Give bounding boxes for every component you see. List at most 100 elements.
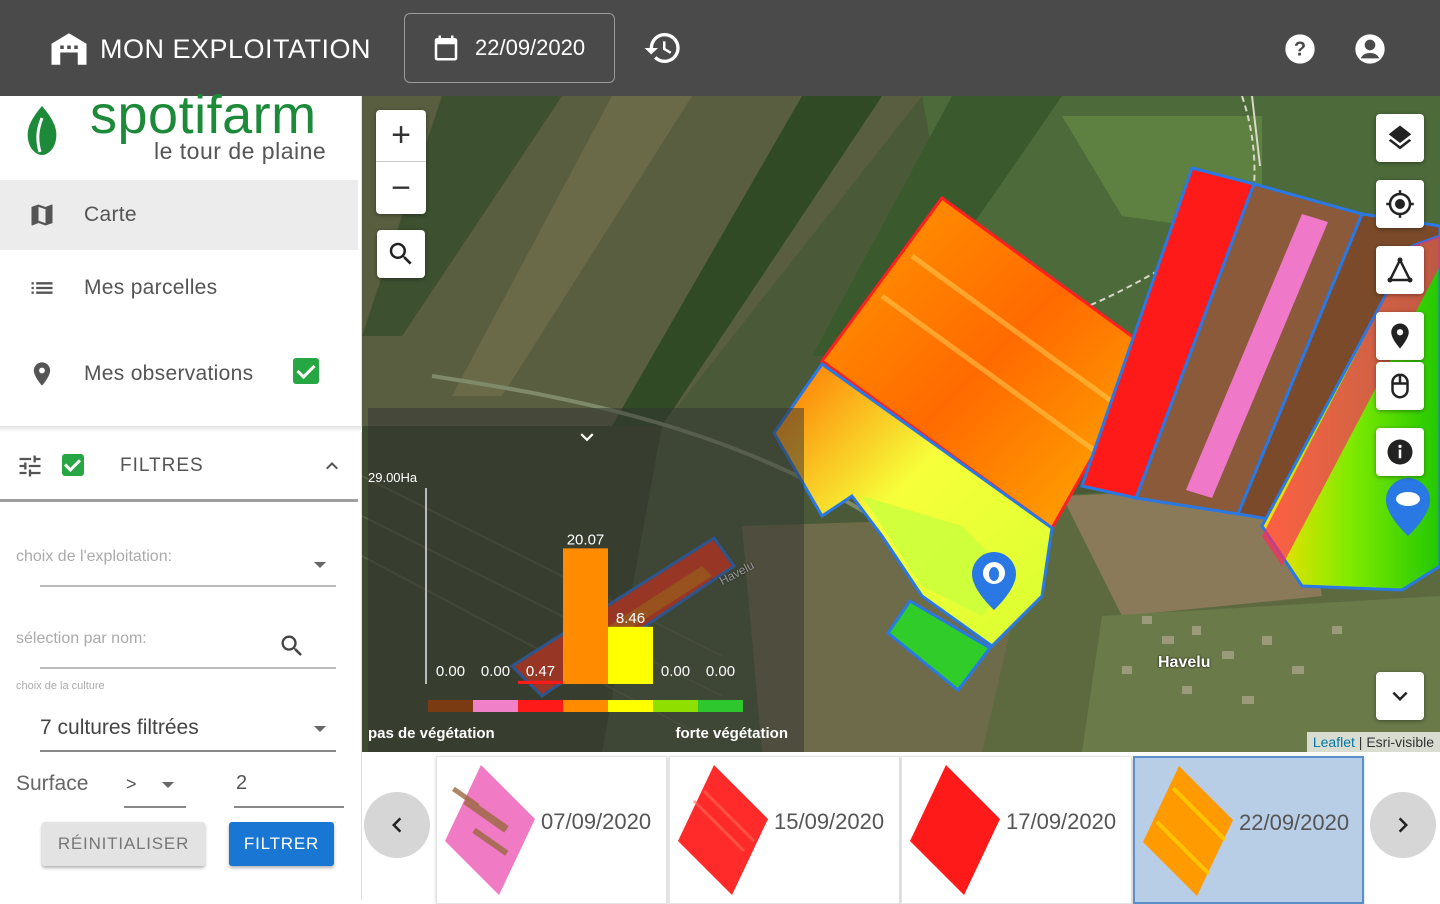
account-icon[interactable] (1354, 33, 1386, 65)
logo: spotifarm le tour de plaine (22, 85, 352, 176)
nav-item-observations[interactable]: Mes observations (0, 324, 358, 424)
search-icon[interactable] (278, 632, 306, 660)
field-thumbnail (910, 765, 1000, 895)
leaf-logo-icon (27, 106, 57, 155)
logo-name: spotifarm (90, 85, 317, 145)
filters-checkbox[interactable] (62, 454, 84, 476)
measure-icon (1387, 257, 1413, 283)
filters-header[interactable]: FILTRES (0, 432, 358, 502)
locate-button[interactable] (1376, 180, 1424, 228)
nav-item-carte[interactable]: Carte (0, 180, 358, 250)
map-view[interactable]: Havelu Havelu 29.00Ha0.000.000.4720.078.… (362, 96, 1440, 752)
culture-dropdown-arrow[interactable] (314, 726, 326, 732)
bar-value-label: 0.00 (481, 663, 510, 680)
expand-panel-button[interactable] (1376, 672, 1424, 720)
date-value: 22/09/2020 (475, 35, 586, 60)
nav-label-observations: Mes observations (84, 362, 254, 385)
timeline-date: 07/09/2020 (541, 809, 652, 834)
measure-button[interactable] (1376, 246, 1424, 294)
exploitation-title: MON EXPLOITATION (100, 33, 372, 64)
bar-value-label: 0.00 (436, 663, 465, 680)
help-icon[interactable]: ? (1284, 33, 1316, 65)
chevron-up-icon[interactable] (320, 454, 344, 478)
surface-operator-underline (124, 806, 186, 808)
legend-swatch (653, 700, 698, 712)
chevron-left-icon (392, 817, 402, 833)
layers-button[interactable] (1376, 114, 1424, 162)
surface-value-input[interactable]: 2 (236, 772, 247, 795)
chevron-right-icon (1398, 817, 1408, 833)
date-picker[interactable]: 22/09/2020 (404, 13, 615, 83)
reset-button[interactable]: RÉINITIALISER (42, 822, 205, 866)
search-icon (389, 242, 412, 265)
exploitation-menu[interactable]: MON EXPLOITATION (48, 28, 371, 70)
x-label-left: pas de végétation (368, 725, 495, 742)
surface-operator-arrow[interactable] (162, 782, 174, 788)
mouse-icon (1391, 373, 1409, 399)
field-thumbnail (1143, 766, 1233, 896)
field-thumbnail (445, 765, 535, 895)
add-marker-button[interactable] (1376, 312, 1424, 360)
farm-icon (51, 33, 87, 65)
bar-value-label: 0.47 (526, 663, 555, 680)
exploitation-select[interactable]: choix de l'exploitation: (16, 548, 172, 566)
tune-icon (19, 455, 41, 477)
timeline-date: 17/09/2020 (1006, 809, 1117, 834)
nav-item-parcelles[interactable]: Mes parcelles (0, 253, 358, 323)
image-timeline: 07/09/2020 15/09/2020 17/09/2020 22/09/2… (362, 752, 1440, 904)
histogram-bar (608, 626, 653, 684)
info-icon (1387, 439, 1413, 465)
chevron-down-icon[interactable] (574, 424, 600, 450)
vegetation-histogram: 29.00Ha 0.00 0.00 0.47 20.07 8.46 0.00 0.00 pas … (368, 470, 788, 742)
zoom-control: + − (376, 110, 426, 214)
info-button[interactable] (1376, 428, 1424, 476)
svg-text:?: ? (1294, 39, 1306, 61)
legend-swatch (518, 700, 563, 712)
legend-swatch (698, 700, 743, 712)
bar-value-label: 0.00 (661, 663, 690, 680)
leaflet-link[interactable]: Leaflet (1313, 734, 1355, 750)
attribution-text: | Esri-visible (1354, 734, 1434, 750)
y-max-label: 29.00Ha (368, 470, 418, 485)
field-thumbnail (678, 765, 768, 895)
surface-operator-select[interactable]: > (126, 774, 137, 795)
timeline-prev-button[interactable] (364, 792, 430, 858)
timeline-card-selected[interactable]: 22/09/2020 (1133, 756, 1364, 904)
nav-label-parcelles: Mes parcelles (84, 276, 218, 299)
legend-swatch (473, 700, 518, 712)
zoom-in-button[interactable]: + (376, 110, 426, 162)
marker-icon (1391, 323, 1409, 349)
bar-value-label: 8.46 (616, 610, 645, 627)
layers-icon (1388, 125, 1412, 150)
legend-swatch (428, 700, 473, 712)
exploitation-dropdown-arrow[interactable] (314, 562, 326, 568)
vegetation-chart-panel: 29.00Ha 0.00 0.00 0.47 20.07 8.46 0.00 0.00 pas … (368, 408, 804, 752)
chevron-down-icon (1392, 691, 1408, 701)
timeline-card[interactable]: 07/09/2020 (436, 756, 667, 904)
map-icon (31, 204, 53, 226)
map-attribution: Leaflet | Esri-visible (1306, 732, 1440, 752)
logo-tagline: le tour de plaine (154, 138, 327, 164)
map-search-button[interactable] (377, 230, 425, 278)
nav-label-carte: Carte (84, 203, 137, 226)
zoom-out-button[interactable]: − (376, 162, 426, 214)
x-label-right: forte végétation (675, 725, 788, 742)
calendar-icon (434, 35, 458, 61)
culture-label: choix de la culture (16, 680, 105, 692)
top-bar: MON EXPLOITATION 22/09/2020 ? (0, 0, 1440, 96)
timeline-card[interactable]: 17/09/2020 (901, 756, 1132, 904)
timeline-next-button[interactable] (1370, 792, 1436, 858)
locate-icon (1386, 190, 1414, 218)
bar-value-label: 0.00 (706, 663, 735, 680)
select-button[interactable] (1376, 362, 1424, 410)
history-icon[interactable] (643, 28, 683, 68)
culture-select[interactable]: 7 cultures filtrées (40, 716, 199, 740)
filters-title: FILTRES (120, 455, 204, 476)
name-search-input[interactable]: sélection par nom: (16, 630, 147, 648)
observations-checkbox[interactable] (293, 358, 319, 384)
filter-button[interactable]: FILTRER (229, 822, 334, 866)
place-label: Havelu (1158, 654, 1211, 671)
sidebar: spotifarm le tour de plaine Carte Mes pa… (0, 85, 362, 900)
pin-icon (33, 362, 51, 386)
timeline-card[interactable]: 15/09/2020 (669, 756, 900, 904)
